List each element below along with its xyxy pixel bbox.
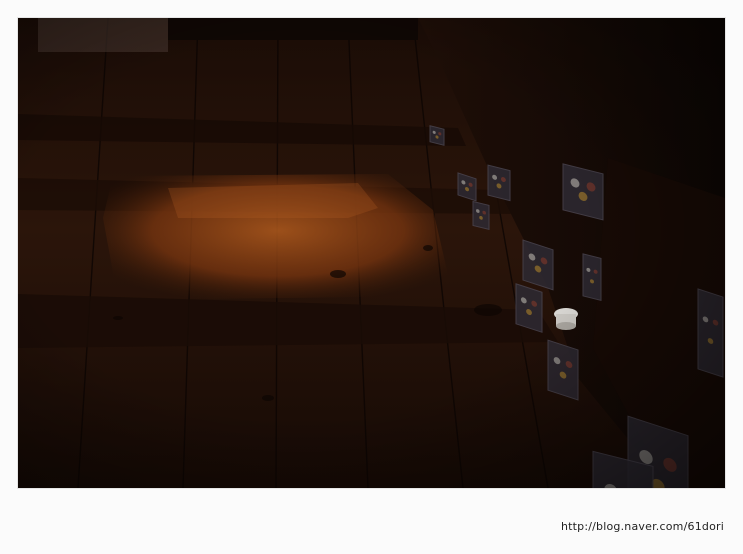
photo <box>18 18 725 488</box>
photo-scene <box>18 18 725 488</box>
vignette <box>18 18 725 488</box>
blog-url-caption: http://blog.naver.com/61dori <box>560 520 724 533</box>
photo-frame: http://blog.naver.com/61dori <box>0 0 743 554</box>
